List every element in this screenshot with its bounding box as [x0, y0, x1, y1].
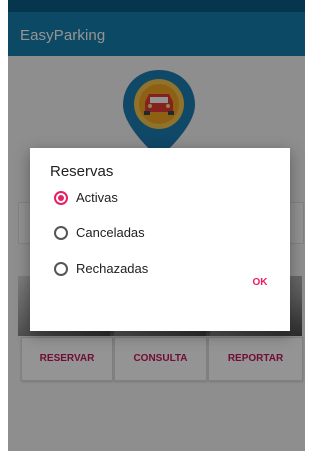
radio-unchecked-icon[interactable]	[54, 226, 68, 240]
radio-dot	[58, 195, 64, 201]
dialog-title: Reservas	[50, 163, 114, 180]
ok-button[interactable]: OK	[240, 272, 280, 294]
reservas-dialog: Reservas Activas Canceladas Rechazadas O…	[30, 148, 290, 331]
option-label: Rechazadas	[76, 261, 149, 276]
radio-checked-icon[interactable]	[54, 191, 68, 205]
app-screen: EasyParking RESERVAR CONSULTA REPORTAR R…	[8, 0, 305, 451]
option-label: Canceladas	[76, 225, 145, 240]
option-label: Activas	[76, 190, 118, 205]
radio-unchecked-icon[interactable]	[54, 262, 68, 276]
